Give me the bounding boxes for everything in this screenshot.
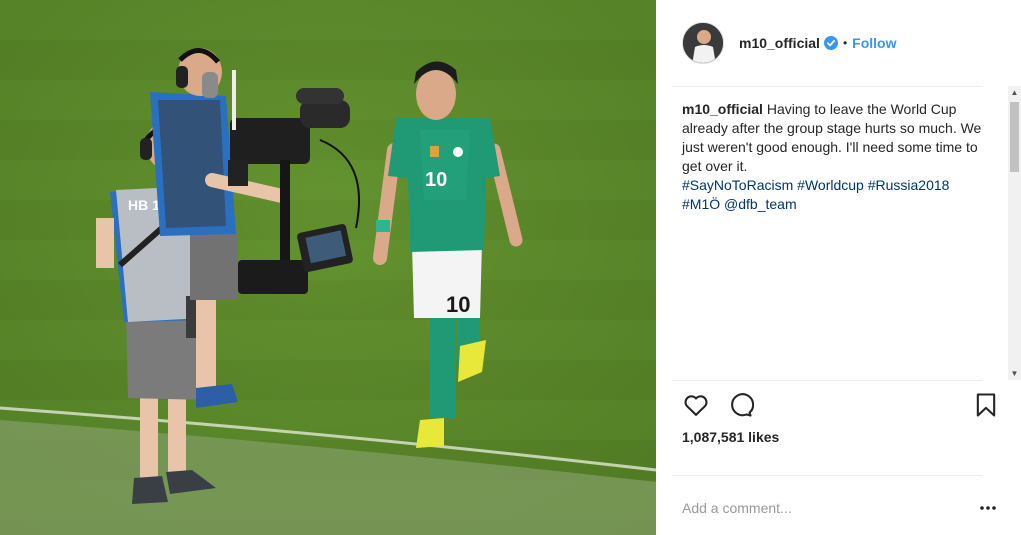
actions-divider [672,380,982,381]
scroll-up-arrow-icon[interactable]: ▲ [1008,86,1021,99]
hashtag-link[interactable]: #Russia2018 [868,177,950,193]
bookmark-icon[interactable] [972,391,1000,419]
hashtag-link[interactable]: #SayNoToRacism [682,177,793,193]
follow-button[interactable]: Follow [852,35,896,51]
post-author-username[interactable]: m10_official [739,35,820,51]
likes-count[interactable]: 1,087,581 likes [682,429,779,445]
avatar[interactable] [682,22,724,64]
post-photo[interactable]: HB 11 10 10 [0,0,656,535]
mention-link[interactable]: @dfb_team [724,196,797,212]
header-divider [672,86,982,87]
jersey-number: 10 [425,169,447,191]
scroll-down-arrow-icon[interactable]: ▼ [1008,367,1021,380]
post-header: m10_official • Follow [656,0,998,86]
comment-bubble-icon[interactable] [726,391,755,419]
comment-input[interactable] [682,496,962,520]
post-side-panel: m10_official • Follow m10_official Havin… [656,0,1021,535]
caption-scrollbar[interactable]: ▲ ▼ [1008,86,1021,380]
post-actions [682,391,1000,421]
post-caption: m10_official Having to leave the World C… [682,100,982,214]
heart-icon[interactable] [682,391,710,419]
verified-badge-icon [823,36,838,50]
hashtag-link[interactable]: #Worldcup [797,177,864,193]
scrollbar-thumb[interactable] [1010,102,1019,172]
header-separator: • [842,36,848,50]
football-photo-illustration: HB 11 10 10 [0,0,656,535]
comment-divider [672,475,982,476]
shorts-number: 10 [446,292,470,317]
hashtag-link[interactable]: #M1Ö [682,196,720,212]
more-options-icon[interactable] [978,498,998,518]
caption-username[interactable]: m10_official [682,101,763,117]
